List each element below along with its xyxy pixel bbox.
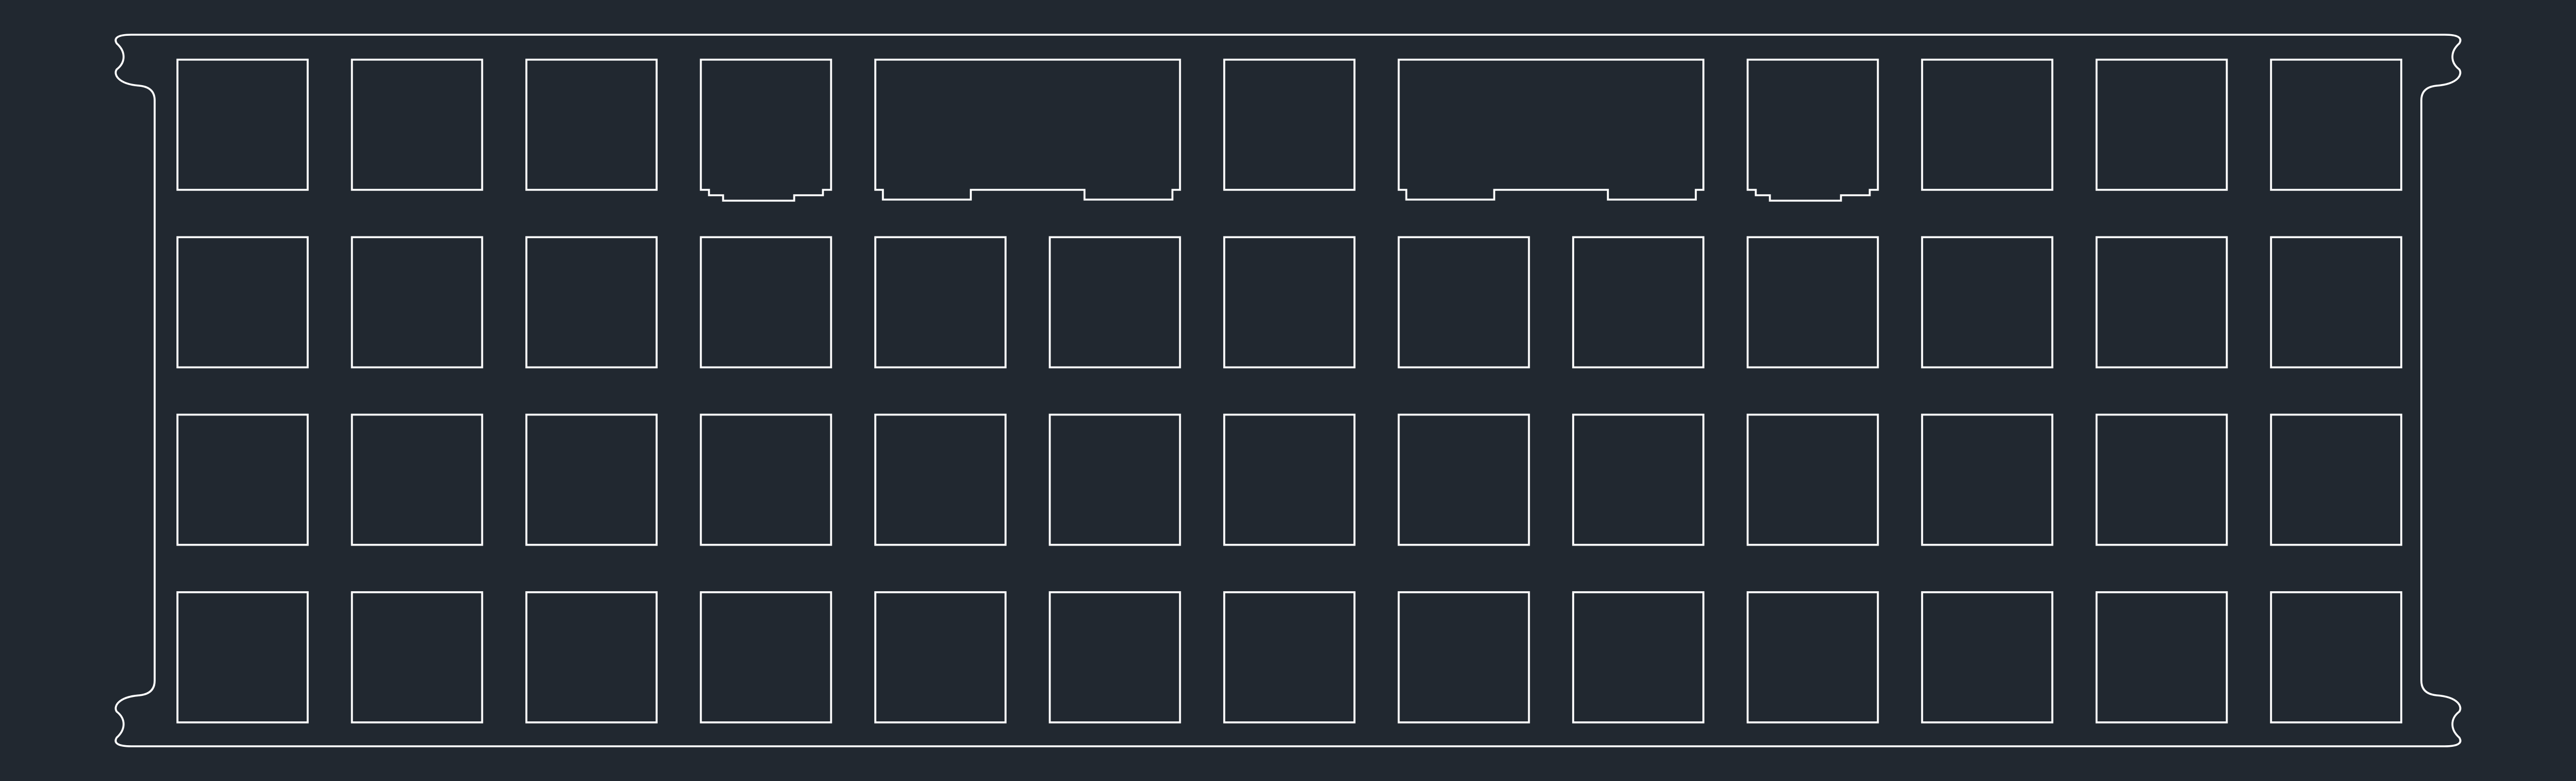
keyboard-plate-drawing — [0, 0, 2576, 781]
drawing-background — [0, 0, 2576, 781]
